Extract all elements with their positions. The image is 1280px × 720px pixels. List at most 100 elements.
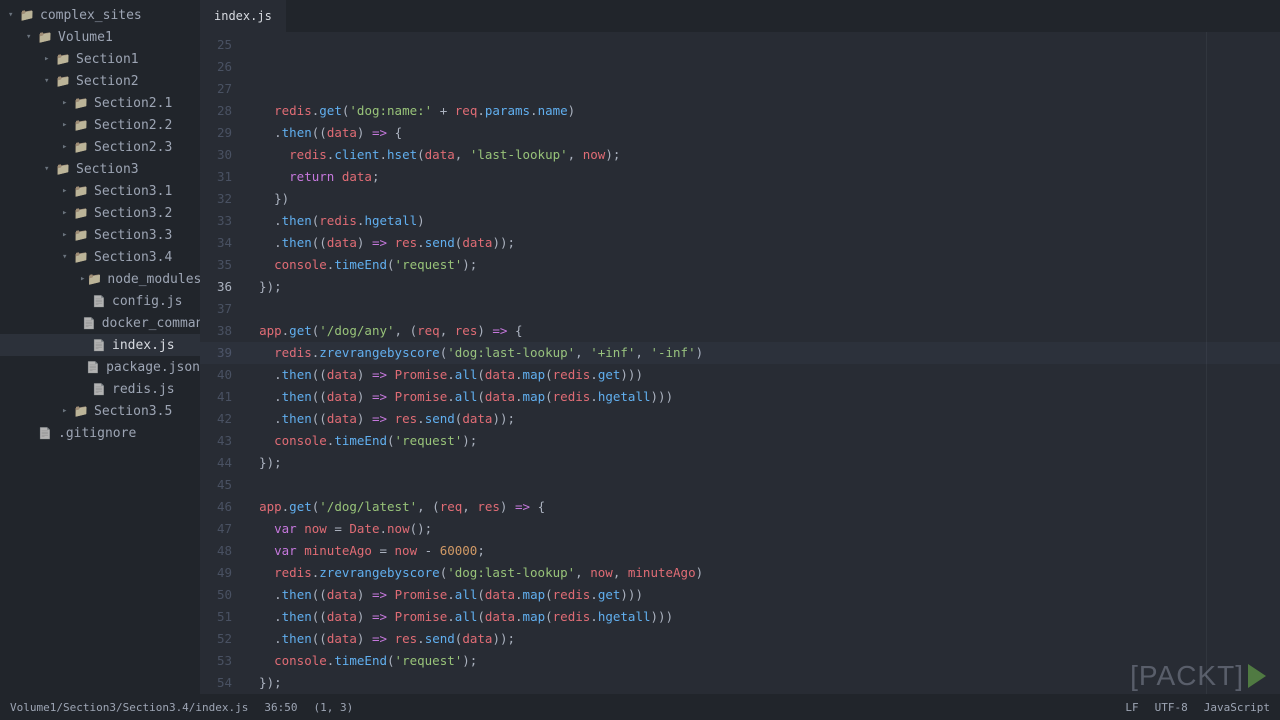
folder-icon <box>74 250 88 264</box>
folder-icon <box>74 118 88 132</box>
tree-item-index-js[interactable]: index.js <box>0 334 200 356</box>
code-line-51[interactable]: }); <box>244 672 1280 694</box>
code-line-38[interactable]: .then((data) => Promise.all(data.map(red… <box>244 386 1280 408</box>
status-language[interactable]: JavaScript <box>1204 701 1270 714</box>
tree-label: index.js <box>112 338 175 353</box>
tree-item-node-modules[interactable]: ▸node_modules <box>0 268 200 290</box>
chevron-icon: ▾ <box>44 164 54 174</box>
code-area[interactable]: 2526272829303132333435363738394041424344… <box>200 32 1280 694</box>
code-line-25[interactable]: redis.get('dog:name:' + req.params.name) <box>244 100 1280 122</box>
code-line-35[interactable]: app.get('/dog/any', (req, res) => { <box>244 320 1280 342</box>
code-line-32[interactable]: console.timeEnd('request'); <box>244 254 1280 276</box>
code-line-27[interactable]: redis.client.hset(data, 'last-lookup', n… <box>244 144 1280 166</box>
folder-icon <box>56 52 70 66</box>
chevron-icon: ▸ <box>62 406 72 416</box>
code-line-29[interactable]: }) <box>244 188 1280 210</box>
tree-item-redis-js[interactable]: redis.js <box>0 378 200 400</box>
status-bar: Volume1/Section3/Section3.4/index.js 36:… <box>0 694 1280 720</box>
chevron-icon: ▾ <box>62 252 72 262</box>
code-line-46[interactable]: redis.zrevrangebyscore('dog:last-lookup'… <box>244 562 1280 584</box>
tree-root-label: complex_sites <box>40 8 142 23</box>
file-icon <box>92 295 106 308</box>
file-icon <box>82 317 96 330</box>
tree-label: config.js <box>112 294 182 309</box>
tree-label: Volume1 <box>58 30 113 45</box>
code-line-30[interactable]: .then(redis.hgetall) <box>244 210 1280 232</box>
tree-item-section2-3[interactable]: ▸ Section2.3 <box>0 136 200 158</box>
tree-item-section1[interactable]: ▸Section1 <box>0 48 200 70</box>
code-line-44[interactable]: var now = Date.now(); <box>244 518 1280 540</box>
file-icon <box>86 361 100 374</box>
tree-label: Section1 <box>76 52 139 67</box>
tree-label: Section3.5 <box>94 404 172 419</box>
chevron-icon: ▸ <box>62 120 72 130</box>
code-line-42[interactable] <box>244 474 1280 496</box>
chevron-icon: ▸ <box>80 274 85 284</box>
folder-icon <box>87 272 101 286</box>
tree-item-section3[interactable]: ▾ Section3 <box>0 158 200 180</box>
code-line-26[interactable]: .then((data) => { <box>244 122 1280 144</box>
chevron-down-icon: ▾ <box>8 10 18 20</box>
code-line-45[interactable]: var minuteAgo = now - 60000; <box>244 540 1280 562</box>
tree-label: Section2.1 <box>94 96 172 111</box>
tree-item-section3-5[interactable]: ▸ Section3.5 <box>0 400 200 422</box>
tree-label: Section3.4 <box>94 250 172 265</box>
folder-icon <box>74 228 88 242</box>
tree-label: Section2 <box>76 74 139 89</box>
tab-title: index.js <box>214 9 272 23</box>
tree-item-section3-2[interactable]: ▸ Section3.2 <box>0 202 200 224</box>
tree-label: Section2.2 <box>94 118 172 133</box>
file-icon <box>92 383 106 396</box>
file-tree[interactable]: ▾ complex_sites ▾Volume1▸Section1▾Sectio… <box>0 0 200 694</box>
tree-label: .gitignore <box>58 426 136 441</box>
tree-item-package-json[interactable]: package.json <box>0 356 200 378</box>
chevron-icon: ▾ <box>44 76 54 86</box>
code-line-41[interactable]: }); <box>244 452 1280 474</box>
code-line-28[interactable]: return data; <box>244 166 1280 188</box>
tree-item-docker-commands[interactable]: docker_commands <box>0 312 200 334</box>
tree-item--gitignore[interactable]: .gitignore <box>0 422 200 444</box>
code-line-40[interactable]: console.timeEnd('request'); <box>244 430 1280 452</box>
code-line-31[interactable]: .then((data) => res.send(data)); <box>244 232 1280 254</box>
tree-label: package.json <box>106 360 200 375</box>
folder-icon <box>56 162 70 176</box>
code-line-43[interactable]: app.get('/dog/latest', (req, res) => { <box>244 496 1280 518</box>
tree-item-section2-2[interactable]: ▸ Section2.2 <box>0 114 200 136</box>
code-line-39[interactable]: .then((data) => res.send(data)); <box>244 408 1280 430</box>
status-encoding[interactable]: UTF-8 <box>1155 701 1188 714</box>
chevron-icon: ▾ <box>26 32 36 42</box>
folder-icon <box>74 184 88 198</box>
tree-item-section3-4[interactable]: ▾ Section3.4 <box>0 246 200 268</box>
status-eol[interactable]: LF <box>1125 701 1138 714</box>
tree-label: Section2.3 <box>94 140 172 155</box>
status-path[interactable]: Volume1/Section3/Section3.4/index.js <box>10 701 248 714</box>
tab-index-js[interactable]: index.js <box>200 0 286 32</box>
folder-icon <box>74 140 88 154</box>
tree-label: Section3.2 <box>94 206 172 221</box>
code-line-33[interactable]: }); <box>244 276 1280 298</box>
tree-item-section3-3[interactable]: ▸ Section3.3 <box>0 224 200 246</box>
tree-item-section2-1[interactable]: ▸Section2.1 <box>0 92 200 114</box>
code-line-48[interactable]: .then((data) => Promise.all(data.map(red… <box>244 606 1280 628</box>
code-line-34[interactable] <box>244 298 1280 320</box>
play-icon <box>1248 664 1266 688</box>
code-line-47[interactable]: .then((data) => Promise.all(data.map(red… <box>244 584 1280 606</box>
tree-item-config-js[interactable]: config.js <box>0 290 200 312</box>
tree-label: Section3.3 <box>94 228 172 243</box>
chevron-icon: ▸ <box>62 208 72 218</box>
tree-item-section2[interactable]: ▾ Section2 <box>0 70 200 92</box>
code-line-37[interactable]: .then((data) => Promise.all(data.map(red… <box>244 364 1280 386</box>
code-line-50[interactable]: console.timeEnd('request'); <box>244 650 1280 672</box>
tree-label: redis.js <box>112 382 175 397</box>
code-content[interactable]: redis.get('dog:name:' + req.params.name)… <box>244 32 1280 694</box>
status-cursor-pos[interactable]: 36:50 <box>264 701 297 714</box>
code-line-36[interactable]: redis.zrevrangebyscore('dog:last-lookup'… <box>244 342 1280 364</box>
tree-label: Section3 <box>76 162 139 177</box>
tree-root[interactable]: ▾ complex_sites <box>0 4 200 26</box>
tree-item-volume1[interactable]: ▾ Volume1 <box>0 26 200 48</box>
editor: index.js 2526272829303132333435363738394… <box>200 0 1280 694</box>
code-line-49[interactable]: .then((data) => res.send(data)); <box>244 628 1280 650</box>
chevron-icon: ▸ <box>62 142 72 152</box>
chevron-icon: ▸ <box>62 230 72 240</box>
tree-item-section3-1[interactable]: ▸Section3.1 <box>0 180 200 202</box>
